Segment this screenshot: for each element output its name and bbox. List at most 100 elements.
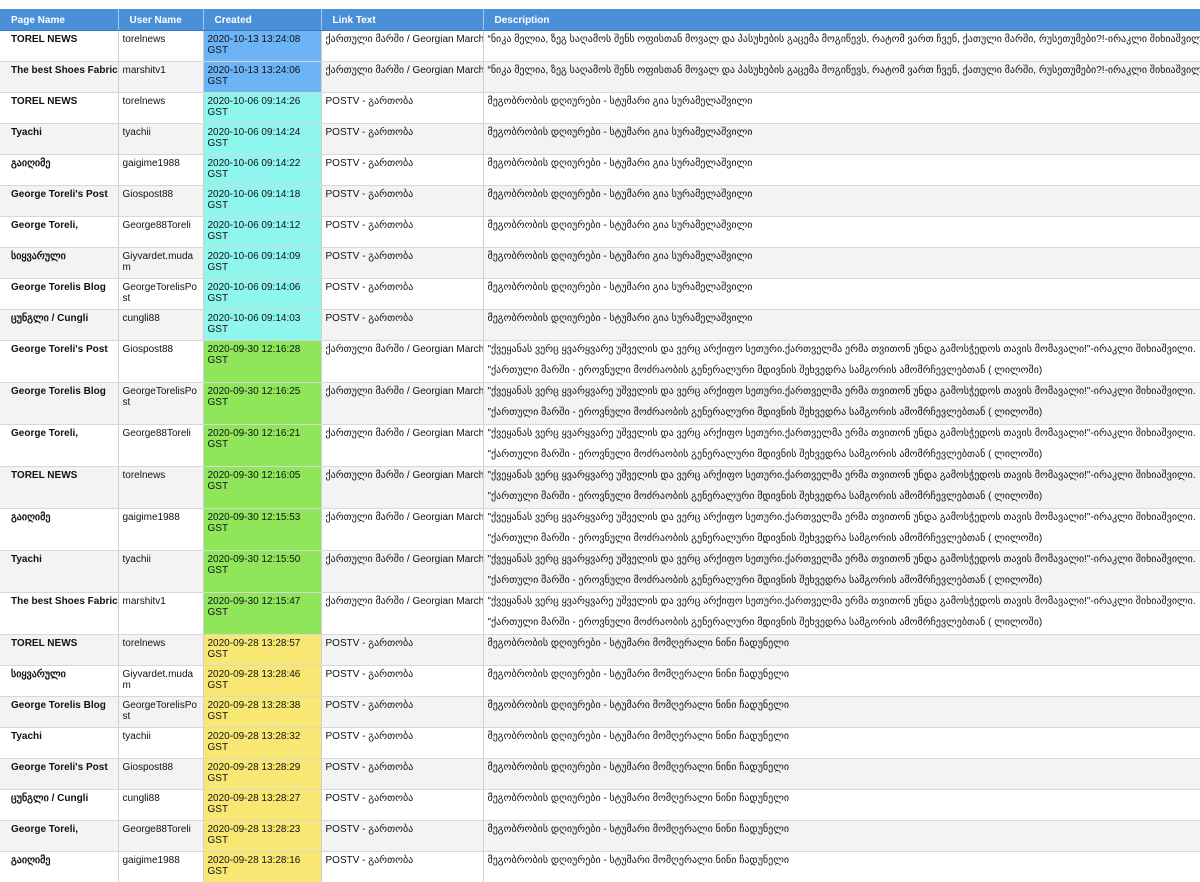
description-line-2: "ქართული მარში - ეროვნული მოძრაობის გენე… [487, 616, 1043, 628]
description-line: "ქვეყანას ვერც ყვარყვარე უშველის და ვერც… [487, 343, 1196, 355]
description-line: მეგობრობის დღიურები - სტუმარი გია სურამე… [487, 188, 753, 200]
user-name-cell: George88Toreli [118, 424, 204, 467]
created-cell: 2020-10-13 13:24:08 GST [203, 30, 322, 62]
created-cell: 2020-09-28 13:28:46 GST [203, 665, 322, 697]
link-text-cell: POSTV - გართობა [321, 247, 484, 279]
page-name-cell: The best Shoes Fabric [0, 592, 119, 635]
link-text-cell: POSTV - გართობა [321, 154, 484, 186]
table-row[interactable]: TOREL NEWS torelnews 2020-09-28 13:28:57 G… [0, 634, 1200, 666]
user-name-cell: GeorgeTorelisPost [118, 278, 204, 310]
link-text-cell: POSTV - გართობა [321, 92, 484, 124]
description-line: მეგობრობის დღიურები - სტუმარი გია სურამე… [487, 126, 753, 138]
description-cell: "ქვეყანას ვერც ყვარყვარე უშველის და ვერც… [483, 382, 1200, 425]
link-text-cell: ქართული მარში / Georgian March [321, 61, 484, 93]
column-header-user-name[interactable]: User Name [118, 9, 204, 31]
table-row[interactable]: The best Shoes Fabric marshitv1 2020-09-30… [0, 592, 1200, 635]
table-row[interactable]: George Toreli, George88Toreli 2020-09-30 1… [0, 424, 1200, 467]
table-row[interactable]: ცუნგლი / Cungli cungli88 2020-10-06 09:14:… [0, 309, 1200, 341]
table-row[interactable]: George Toreli, George88Toreli 2020-10-06 0… [0, 216, 1200, 248]
description-cell: მეგობრობის დღიურები - სტუმარი გია სურამე… [483, 216, 1200, 248]
page-name-cell: გაიღიმე [0, 851, 119, 882]
description-line: "ქვეყანას ვერც ყვარყვარე უშველის და ვერც… [487, 469, 1196, 481]
link-text-cell: POSTV - გართობა [321, 758, 484, 790]
description-line: მეგობრობის დღიურები - სტუმარი მომღერალი … [487, 792, 790, 804]
description-line: მეგობრობის დღიურები - სტუმარი გია სურამე… [487, 250, 753, 262]
table-row[interactable]: George Toreli, George88Toreli 2020-09-28 1… [0, 820, 1200, 852]
link-text-cell: POSTV - გართობა [321, 789, 484, 821]
table-row[interactable]: Tyachi tyachii 2020-09-28 13:28:32 GST POST… [0, 727, 1200, 759]
created-cell: 2020-10-06 09:14:22 GST [203, 154, 322, 186]
description-line: მეგობრობის დღიურები - სტუმარი გია სურამე… [487, 312, 753, 324]
description-cell: "ქვეყანას ვერც ყვარყვარე უშველის და ვერც… [483, 466, 1200, 509]
column-header-link-text[interactable]: Link Text [321, 9, 484, 31]
link-text-cell: POSTV - გართობა [321, 851, 484, 882]
description-line-2: "ქართული მარში - ეროვნული მოძრაობის გენე… [487, 532, 1043, 544]
page-name-cell: George Toreli's Post [0, 185, 119, 217]
top-strip [0, 0, 1200, 9]
description-line-2: "ქართული მარში - ეროვნული მოძრაობის გენე… [487, 490, 1043, 502]
user-name-cell: marshitv1 [118, 592, 204, 635]
table-row[interactable]: სიყვარული Giyvardet.mudam 2020-09-28 13:28… [0, 665, 1200, 697]
created-cell: 2020-10-13 13:24:06 GST [203, 61, 322, 93]
description-cell: მეგობრობის დღიურები - სტუმარი გია სურამე… [483, 185, 1200, 217]
link-text-cell: ქართული მარში / Georgian March [321, 382, 484, 425]
description-line: მეგობრობის დღიურები - სტუმარი მომღერალი … [487, 730, 790, 742]
table-row[interactable]: George Toreli's Post Giospost88 2020-10-06… [0, 185, 1200, 217]
user-name-cell: torelnews [118, 30, 204, 62]
page-name-cell: Tyachi [0, 550, 119, 593]
description-cell: "ქვეყანას ვერც ყვარყვარე უშველის და ვერც… [483, 592, 1200, 635]
table-row[interactable]: TOREL NEWS torelnews 2020-09-30 12:16:05 G… [0, 466, 1200, 509]
table-row[interactable]: ცუნგლი / Cungli cungli88 2020-09-28 13:28:… [0, 789, 1200, 821]
user-name-cell: George88Toreli [118, 820, 204, 852]
link-text-cell: POSTV - გართობა [321, 185, 484, 217]
table-row[interactable]: George Toreli's Post Giospost88 2020-09-28… [0, 758, 1200, 790]
description-cell: მეგობრობის დღიურები - სტუმარი მომღერალი … [483, 789, 1200, 821]
table-row[interactable]: TOREL NEWS torelnews 2020-10-06 09:14:26 G… [0, 92, 1200, 124]
table-row[interactable]: სიყვარული Giyvardet.mudam 2020-10-06 09:14… [0, 247, 1200, 279]
column-header-page-name[interactable]: Page Name [0, 9, 119, 31]
page-name-cell: სიყვარული [0, 247, 119, 279]
created-cell: 2020-10-06 09:14:03 GST [203, 309, 322, 341]
created-cell: 2020-09-30 12:15:53 GST [203, 508, 322, 551]
link-text-cell: ქართული მარში / Georgian March [321, 592, 484, 635]
description-line: “ნიკა მელია, ზეგ საღამოს შენს ოფისთან მო… [487, 64, 1200, 76]
description-line-2: "ქართული მარში - ეროვნული მოძრაობის გენე… [487, 574, 1043, 586]
table-row[interactable]: George Torelis Blog GeorgeTorelisPost 2020… [0, 278, 1200, 310]
data-sheet: Page Name User Name Created Link Text De… [0, 0, 1200, 882]
description-cell: მეგობრობის დღიურები - სტუმარი გია სურამე… [483, 154, 1200, 186]
table-row[interactable]: Tyachi tyachii 2020-09-30 12:15:50 GST ქართ… [0, 550, 1200, 593]
page-name-cell: სიყვარული [0, 665, 119, 697]
page-name-cell: George Toreli's Post [0, 340, 119, 383]
created-cell: 2020-09-28 13:28:38 GST [203, 696, 322, 728]
created-cell: 2020-09-28 13:28:27 GST [203, 789, 322, 821]
table-row[interactable]: TOREL NEWS torelnews 2020-10-13 13:24:08 G… [0, 30, 1200, 62]
table-row[interactable]: გაიღიმე gaigime1988 2020-10-06 09:14:22 GS… [0, 154, 1200, 186]
table-row[interactable]: გაიღიმე gaigime1988 2020-09-30 12:15:53 GS… [0, 508, 1200, 551]
table-row[interactable]: George Torelis Blog GeorgeTorelisPost 2020… [0, 696, 1200, 728]
page-name-cell: ცუნგლი / Cungli [0, 789, 119, 821]
page-name-cell: George Toreli, [0, 424, 119, 467]
table-row[interactable]: George Toreli's Post Giospost88 2020-09-30… [0, 340, 1200, 383]
page-name-cell: ცუნგლი / Cungli [0, 309, 119, 341]
created-cell: 2020-09-30 12:16:25 GST [203, 382, 322, 425]
description-line: მეგობრობის დღიურები - სტუმარი მომღერალი … [487, 699, 790, 711]
page-name-cell: George Torelis Blog [0, 278, 119, 310]
description-cell: “ნიკა მელია, ზეგ საღამოს შენს ოფისთან მო… [483, 61, 1200, 93]
table-row[interactable]: Tyachi tyachii 2020-10-06 09:14:24 GST POST… [0, 123, 1200, 155]
table-row[interactable]: George Torelis Blog GeorgeTorelisPost 2020… [0, 382, 1200, 425]
link-text-cell: ქართული მარში / Georgian March [321, 466, 484, 509]
description-line: მეგობრობის დღიურები - სტუმარი მომღერალი … [487, 854, 790, 866]
header-row: Page Name User Name Created Link Text De… [0, 9, 1200, 31]
description-cell: "ქვეყანას ვერც ყვარყვარე უშველის და ვერც… [483, 550, 1200, 593]
description-cell: მეგობრობის დღიურები - სტუმარი მომღერალი … [483, 851, 1200, 882]
link-text-cell: ქართული მარში / Georgian March [321, 508, 484, 551]
column-header-description[interactable]: Description [483, 9, 1200, 31]
page-name-cell: Tyachi [0, 123, 119, 155]
user-name-cell: Giyvardet.mudam [118, 247, 204, 279]
column-header-created[interactable]: Created [203, 9, 322, 31]
table-row[interactable]: The best Shoes Fabric marshitv1 2020-10-13… [0, 61, 1200, 93]
description-cell: “ნიკა მელია, ზეგ საღამოს შენს ოფისთან მო… [483, 30, 1200, 62]
description-cell: მეგობრობის დღიურები - სტუმარი მომღერალი … [483, 696, 1200, 728]
table-row[interactable]: გაიღიმე gaigime1988 2020-09-28 13:28:16 GS… [0, 851, 1200, 882]
description-cell: მეგობრობის დღიურები - სტუმარი მომღერალი … [483, 820, 1200, 852]
